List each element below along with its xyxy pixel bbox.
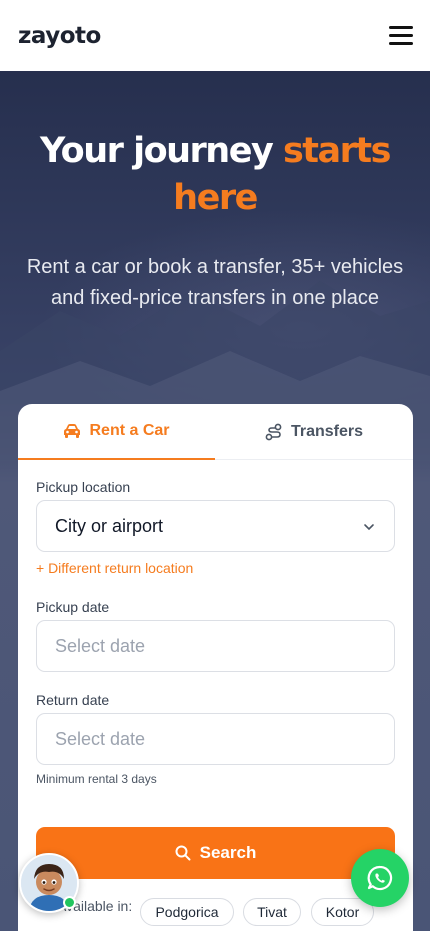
hero-title-main: Your journey [40, 131, 283, 171]
tab-rent-label: Rent a Car [89, 422, 170, 439]
site-header: zayoto [0, 0, 430, 71]
location-chip-tivat[interactable]: Tivat [243, 898, 301, 926]
hero-subtitle: Rent a car or book a transfer, 35+ vehic… [26, 256, 404, 309]
return-date-label: Return date [36, 692, 110, 708]
pickup-location-label: Pickup location [36, 479, 131, 495]
pickup-date-input[interactable]: Select date [36, 620, 395, 672]
car-icon [64, 424, 81, 438]
return-date-placeholder: Select date [55, 728, 146, 749]
search-icon [175, 845, 191, 861]
tab-transfers-label: Transfers [290, 422, 364, 440]
route-icon [265, 423, 282, 440]
minimum-rental-note: Minimum rental 3 days [36, 772, 157, 786]
hamburger-menu-icon[interactable] [388, 25, 414, 47]
pickup-location-value: City or airport [55, 515, 164, 536]
booking-card: Rent a Car Transfers Pickup location Cit… [18, 404, 413, 931]
chevron-down-icon [364, 524, 374, 531]
search-button-label: Search [199, 843, 257, 862]
search-button[interactable]: Search [36, 827, 395, 879]
pickup-date-label: Pickup date [36, 599, 110, 615]
location-chip-podgorica[interactable]: Podgorica [140, 898, 234, 926]
different-return-location-link[interactable]: + Different return location [36, 560, 193, 576]
pickup-location-select[interactable]: City or airport [36, 500, 395, 552]
return-date-input[interactable]: Select date [36, 713, 395, 765]
pickup-date-placeholder: Select date [55, 635, 146, 656]
online-status-dot [63, 896, 76, 909]
logo[interactable]: zayoto [18, 23, 101, 49]
tab-rent-a-car[interactable]: Rent a Car [18, 404, 215, 460]
hero-title: Your journey starts here [0, 128, 430, 222]
tab-transfers[interactable]: Transfers [215, 404, 413, 460]
whatsapp-button[interactable] [351, 849, 409, 907]
whatsapp-icon [367, 865, 393, 891]
